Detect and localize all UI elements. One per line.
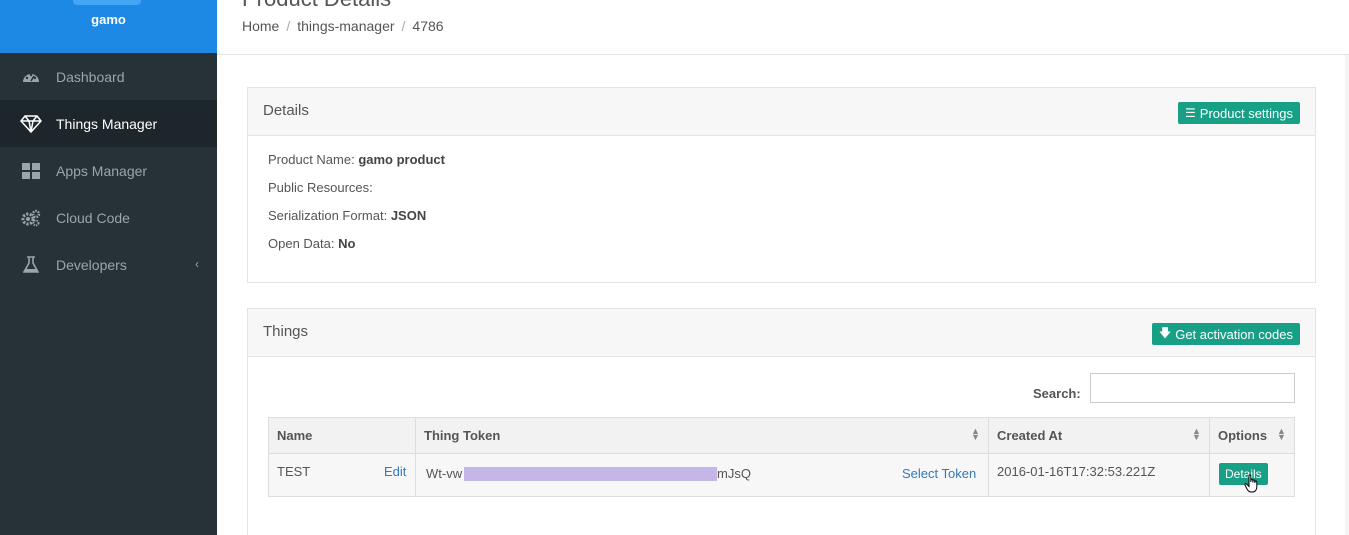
sidebar-user-header: gamo	[0, 0, 217, 53]
sidebar-item-things-manager[interactable]: Things Manager	[0, 100, 217, 147]
sidebar-item-label: Things Manager	[56, 115, 158, 132]
product-settings-label: Product settings	[1199, 105, 1293, 121]
breadcrumb-separator: /	[286, 18, 291, 34]
details-panel-title: Details	[263, 102, 309, 119]
sidebar-item-label: Dashboard	[56, 68, 125, 85]
avatar[interactable]	[73, 0, 141, 5]
table-header: Name Thing Token ▲ ▼ Created At ▲ ▼ Option…	[269, 418, 1294, 454]
sort-icon[interactable]: ▲ ▼	[1192, 427, 1201, 442]
gears-icon	[20, 207, 42, 229]
created-at: 2016-01-16T17:32:53.221Z	[997, 464, 1156, 479]
things-panel: Things 🡇 Get activation codes Search: Na…	[247, 308, 1316, 535]
column-divider	[1209, 418, 1210, 496]
sidebar-item-developers[interactable]: Developers ‹	[0, 241, 217, 288]
sidebar: gamo Dashboard Things Manager Apps Manag…	[0, 0, 217, 535]
open-data-row: Open Data: No	[268, 236, 355, 251]
chevron-left-icon[interactable]: ‹	[195, 257, 199, 271]
open-data-label: Open Data:	[268, 236, 339, 251]
column-divider	[415, 418, 416, 496]
search-input[interactable]	[1090, 373, 1295, 403]
token-end: mJsQ	[717, 466, 751, 481]
product-settings-button[interactable]: ☰ Product settings	[1178, 102, 1300, 124]
get-activation-codes-button[interactable]: 🡇 Get activation codes	[1151, 323, 1300, 345]
sort-icon[interactable]: ▲ ▼	[1277, 427, 1286, 442]
breadcrumb: Home / things-manager / 4786	[242, 18, 444, 34]
token-start: Wt-vw	[426, 466, 463, 481]
details-panel: Details ☰ Product settings Product Name:…	[247, 87, 1316, 283]
dashboard-icon	[20, 66, 42, 88]
column-header-name[interactable]: Name	[277, 428, 312, 443]
sidebar-item-cloud-code[interactable]: Cloud Code	[0, 194, 217, 241]
breadcrumb-separator: /	[401, 18, 406, 34]
list-icon: ☰	[1185, 106, 1196, 120]
sort-icon[interactable]: ▲ ▼	[971, 427, 980, 442]
page-header: Product Details Home / things-manager / …	[217, 0, 1349, 55]
download-arrow-icon: 🡇	[1158, 325, 1172, 340]
column-header-options[interactable]: Options	[1218, 428, 1267, 443]
breadcrumb-current: 4786	[412, 18, 444, 34]
serialization-label: Serialization Format:	[268, 208, 391, 223]
token-redaction	[464, 467, 717, 481]
serialization-value: JSON	[390, 208, 427, 223]
page-title: Product Details	[242, 0, 391, 12]
main-content: Details ☰ Product settings Product Name:…	[217, 55, 1349, 535]
product-name-value: gamo product	[358, 152, 445, 167]
sidebar-item-label: Cloud Code	[56, 209, 130, 226]
details-panel-heading: Details ☰ Product settings	[248, 88, 1315, 136]
column-header-created-at[interactable]: Created At	[997, 428, 1062, 443]
things-table: Name Thing Token ▲ ▼ Created At ▲ ▼ Option…	[268, 417, 1295, 497]
search-label: Search:	[1033, 386, 1081, 401]
user-name[interactable]: gamo	[0, 12, 217, 27]
serialization-row: Serialization Format: JSON	[268, 208, 426, 223]
public-resources-label: Public Resources:	[268, 180, 373, 195]
edit-link[interactable]: Edit	[384, 464, 406, 479]
sidebar-item-dashboard[interactable]: Dashboard	[0, 53, 217, 100]
product-name-row: Product Name: gamo product	[268, 152, 445, 167]
public-resources-row: Public Resources:	[268, 180, 373, 195]
open-data-value: No	[338, 236, 356, 251]
diamond-icon	[20, 113, 42, 135]
breadcrumb-home[interactable]: Home	[242, 18, 279, 34]
things-panel-title: Things	[263, 323, 309, 340]
column-divider	[988, 418, 989, 496]
table-row: TEST Edit Wt-vw mJsQ Select Token 2016-0…	[269, 454, 1294, 496]
hand-cursor-icon	[1244, 474, 1260, 499]
get-activation-codes-label: Get activation codes	[1175, 326, 1293, 342]
sidebar-item-label: Developers	[56, 256, 127, 273]
flask-icon	[20, 254, 42, 276]
scrollbar[interactable]	[1345, 55, 1349, 535]
grid-icon	[20, 160, 42, 182]
sidebar-item-label: Apps Manager	[56, 162, 148, 179]
thing-name: TEST	[277, 464, 311, 479]
product-name-label: Product Name:	[268, 152, 359, 167]
select-token-link[interactable]: Select Token	[902, 466, 976, 481]
things-panel-heading: Things 🡇 Get activation codes	[248, 309, 1315, 357]
column-header-thing-token[interactable]: Thing Token	[424, 428, 500, 443]
sidebar-item-apps-manager[interactable]: Apps Manager	[0, 147, 217, 194]
breadcrumb-things-manager[interactable]: things-manager	[297, 18, 394, 34]
